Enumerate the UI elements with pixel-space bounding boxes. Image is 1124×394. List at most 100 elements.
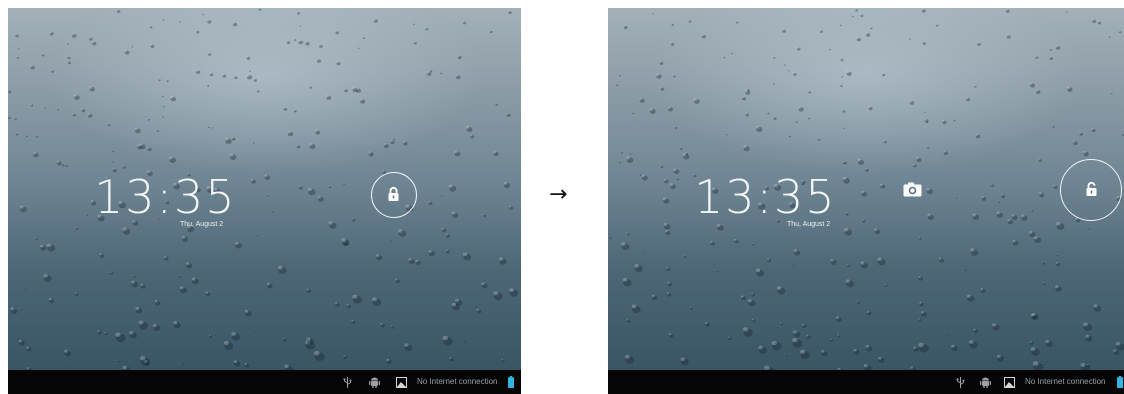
water-drop-highlight (206, 84, 209, 86)
water-drop-highlight (508, 205, 512, 208)
water-drop-highlight (403, 141, 406, 144)
unlock-icon (1086, 181, 1097, 196)
water-drop-highlight (415, 259, 419, 263)
water-drop-highlight (618, 160, 620, 163)
water-drop-highlight (390, 325, 393, 327)
water-drop-highlight (704, 322, 708, 325)
water-drop-highlight (140, 356, 146, 361)
water-drop-highlight (43, 274, 48, 278)
water-drop-highlight (41, 53, 44, 55)
water-drop-highlight (839, 24, 841, 26)
water-drop-highlight (501, 359, 504, 361)
water-drop-highlight (1091, 18, 1095, 21)
water-drop-highlight (307, 187, 312, 192)
water-drop-highlight (938, 257, 942, 260)
water-drop-highlight (179, 286, 184, 290)
water-drop-highlight (246, 56, 249, 58)
unlock-handle[interactable] (371, 172, 417, 218)
water-drop-highlight (1118, 30, 1121, 32)
water-drop-highlight (741, 96, 744, 99)
water-drop-highlight (152, 324, 157, 328)
water-drop-highlight (966, 294, 971, 298)
water-drop-highlight (728, 336, 730, 339)
water-drop-highlight (209, 72, 212, 75)
water-drop-highlight (1097, 21, 1100, 23)
water-drop-highlight (1053, 184, 1056, 187)
water-drop-highlight (913, 346, 917, 349)
water-drop-highlight (667, 106, 671, 109)
water-drop-highlight (15, 33, 17, 36)
camera-icon[interactable] (903, 182, 922, 197)
water-drop-highlight (795, 120, 797, 122)
water-drop-highlight (191, 277, 196, 281)
water-drop-highlight (910, 366, 914, 369)
water-drop-highlight (1083, 150, 1087, 154)
water-drop-highlight (918, 276, 921, 279)
water-drop-highlight (244, 362, 247, 365)
water-drop-highlight (351, 319, 354, 322)
water-drop-highlight (156, 129, 158, 131)
water-drop-highlight (877, 257, 882, 262)
water-drop-highlight (806, 334, 809, 337)
water-drop-highlight (723, 56, 725, 58)
water-drop-highlight (747, 299, 752, 303)
water-drop-highlight (1056, 221, 1061, 226)
water-drop-highlight (969, 340, 974, 344)
water-drop-highlight (673, 168, 677, 172)
water-drop-highlight (715, 269, 718, 271)
water-drop-highlight (1029, 231, 1033, 234)
water-drop-highlight (767, 112, 769, 114)
water-drop-highlight (682, 153, 687, 157)
water-drop-highlight (282, 337, 285, 340)
water-drop-highlight (362, 36, 364, 38)
water-drop-highlight (862, 219, 864, 221)
water-drop-highlight (207, 126, 209, 127)
water-drop-highlight (1005, 9, 1008, 11)
water-drop-highlight (326, 95, 329, 98)
water-drop-highlight (946, 333, 948, 334)
connection-status: No Internet connection (1025, 377, 1106, 386)
water-drop-highlight (67, 56, 69, 58)
water-drop-highlight (503, 182, 508, 185)
water-drop-highlight (293, 38, 296, 40)
water-drop-highlight (107, 123, 110, 125)
water-drop-highlight (973, 85, 976, 87)
water-drop-highlight (870, 26, 872, 28)
water-drop-highlight (1056, 254, 1058, 256)
water-drop-highlight (792, 338, 798, 343)
water-drop-highlight (787, 69, 789, 71)
water-drop-highlight (919, 301, 922, 304)
water-drop-highlight (147, 118, 149, 120)
water-drop-highlight (455, 298, 459, 302)
water-drop-highlight (659, 61, 662, 63)
water-drop-highlight (921, 8, 924, 11)
water-drop-highlight (1011, 214, 1015, 217)
water-drop-highlight (129, 331, 134, 335)
water-drop-highlight (800, 349, 806, 354)
water-drop-highlight (773, 116, 776, 119)
water-drop-highlight (140, 283, 144, 286)
water-drop-highlight (878, 356, 882, 360)
water-drop-highlight (923, 111, 925, 113)
water-drop-highlight (266, 194, 269, 196)
water-drops-texture (609, 8, 1124, 370)
water-drop-highlight (908, 37, 910, 39)
lockscreen-clock: 13:35 (94, 170, 237, 224)
water-drop-highlight (1030, 209, 1033, 211)
water-drop-highlight (631, 304, 637, 309)
water-drop-highlight (99, 253, 102, 256)
water-drop-highlight (86, 213, 88, 215)
water-drop-highlight (926, 187, 930, 191)
water-drop-highlight (956, 196, 957, 198)
water-drop-highlight (229, 153, 234, 157)
water-drop-highlight (845, 212, 848, 214)
water-drop-highlight (829, 338, 832, 340)
water-drop-highlight (672, 74, 675, 77)
unlock-handle-expanded[interactable] (1060, 159, 1122, 221)
water-drop-highlight (625, 354, 630, 359)
water-drop-highlight (408, 258, 412, 261)
water-drop-highlight (866, 310, 870, 313)
water-drop-highlight (231, 136, 234, 139)
water-drop-highlight (352, 86, 356, 90)
water-drop-highlight (122, 227, 127, 231)
